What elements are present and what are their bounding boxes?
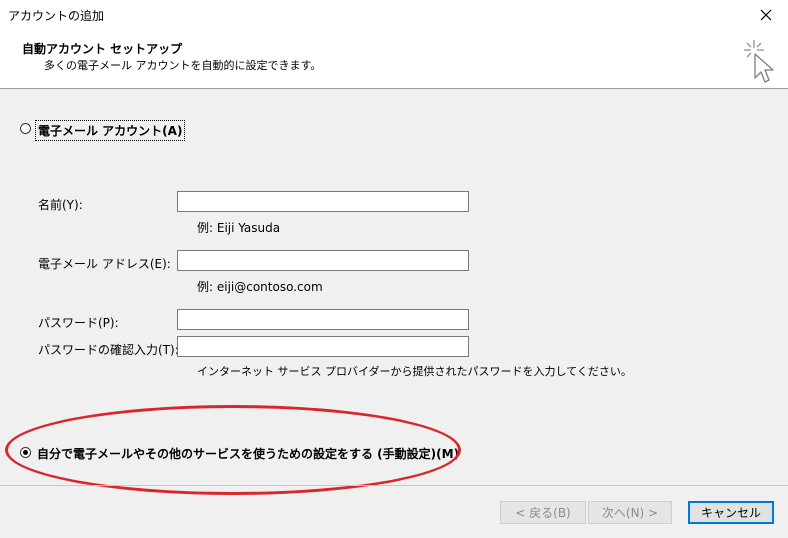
name-input[interactable] bbox=[177, 191, 469, 212]
header-subtitle: 多くの電子メール アカウントを自動的に設定できます。 bbox=[44, 59, 322, 72]
title-bar: アカウントの追加 bbox=[0, 0, 788, 30]
name-hint: 例: Eiji Yasuda bbox=[197, 221, 281, 235]
name-label: 名前(Y): bbox=[38, 198, 83, 212]
radio-manual-setup[interactable] bbox=[20, 447, 31, 458]
footer-separator bbox=[0, 485, 788, 486]
close-button[interactable] bbox=[744, 0, 788, 30]
password-confirm-label: パスワードの確認入力(T): bbox=[38, 343, 179, 357]
wizard-header: 自動アカウント セットアップ 多くの電子メール アカウントを自動的に設定できます… bbox=[0, 30, 788, 89]
radio-manual-setup-label[interactable]: 自分で電子メールやその他のサービスを使うための設定をする (手動設定)(M) bbox=[37, 445, 459, 462]
cursor-sparkle-icon bbox=[744, 40, 774, 83]
email-label: 電子メール アドレス(E): bbox=[38, 257, 171, 271]
password-input[interactable] bbox=[177, 309, 469, 330]
email-input[interactable] bbox=[177, 250, 469, 271]
password-label: パスワード(P): bbox=[38, 316, 119, 330]
window-title: アカウントの追加 bbox=[8, 9, 105, 23]
close-icon bbox=[760, 9, 772, 21]
radio-email-account-label[interactable]: 電子メール アカウント(A) bbox=[35, 120, 186, 141]
back-button[interactable]: < 戻る(B) bbox=[500, 501, 586, 524]
password-hint: インターネット サービス プロバイダーから提供されたパスワードを入力してください… bbox=[197, 365, 632, 378]
password-confirm-input[interactable] bbox=[177, 336, 469, 357]
next-button[interactable]: 次へ(N) > bbox=[588, 501, 672, 524]
cancel-button[interactable]: キャンセル bbox=[688, 501, 774, 524]
email-hint: 例: eiji@contoso.com bbox=[197, 280, 323, 294]
header-title: 自動アカウント セットアップ bbox=[22, 42, 183, 56]
radio-email-account[interactable] bbox=[20, 123, 31, 134]
